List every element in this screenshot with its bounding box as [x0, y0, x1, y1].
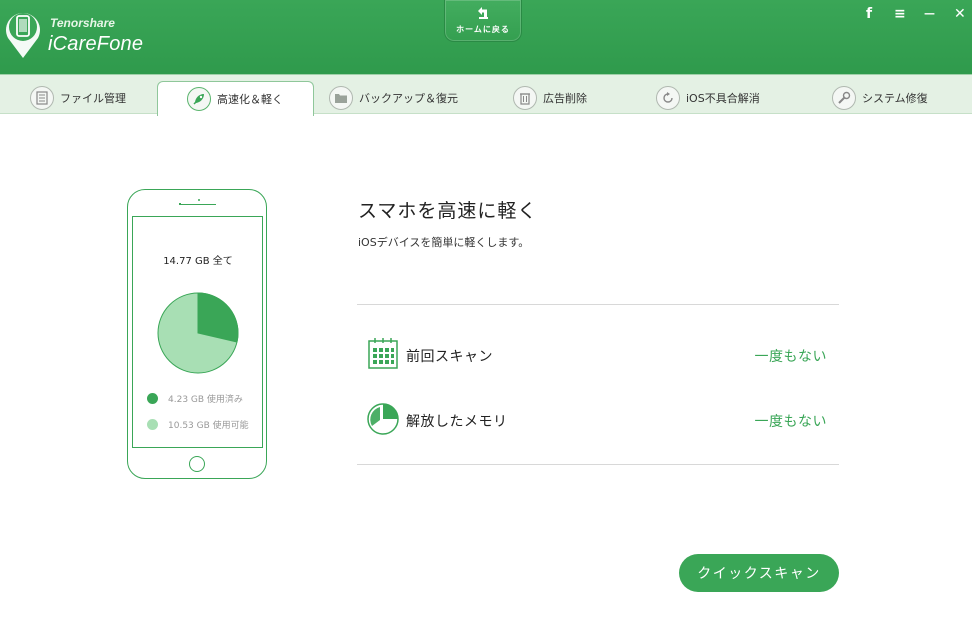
wrench-icon — [832, 86, 856, 110]
main-tab-bar: ファイル管理 高速化＆軽く バックアップ＆復元 広告削除 iOS不具合解消 シス… — [0, 74, 972, 116]
phone-illustration: 14.77 GB 全て 4.23 GB 使用済み 10.53 GB 使用可能 — [127, 189, 267, 479]
phone-home-button — [189, 456, 205, 472]
pie-chart-icon — [367, 403, 399, 435]
facebook-icon[interactable]: f — [866, 6, 872, 22]
tab-system-repair[interactable]: システム修復 — [832, 81, 928, 115]
minimize-icon[interactable]: — — [924, 7, 935, 20]
freed-memory-value: 一度もない — [754, 414, 827, 430]
menu-icon[interactable]: ≡ — [894, 6, 906, 22]
brand-company: Tenorshare — [50, 16, 115, 30]
tab-label: 広告削除 — [543, 92, 587, 105]
file-icon — [30, 86, 54, 110]
app-logo-icon — [5, 13, 40, 59]
tab-ad-removal[interactable]: 広告削除 — [513, 81, 587, 115]
quick-scan-button[interactable]: クイックスキャン — [679, 554, 839, 592]
tab-label: ファイル管理 — [60, 92, 126, 105]
app-header: Tenorshare iCareFone ホームに戻る f ≡ — ✕ — [0, 0, 972, 74]
brand-product: iCareFone — [48, 33, 144, 55]
tab-label: iOS不具合解消 — [686, 92, 760, 105]
used-dot — [147, 393, 158, 404]
back-home-icon — [478, 7, 488, 19]
storage-total: 14.77 GB 全て — [163, 256, 233, 267]
tab-label: 高速化＆軽く — [217, 93, 283, 106]
tab-label: バックアップ＆復元 — [359, 92, 458, 105]
refresh-icon — [656, 86, 680, 110]
calendar-icon — [368, 338, 398, 369]
tab-label: システム修復 — [862, 92, 928, 105]
legend-available: 10.53 GB 使用可能 — [147, 418, 249, 431]
home-button[interactable]: ホームに戻る — [444, 0, 522, 42]
divider-bottom — [357, 464, 839, 465]
divider-top — [357, 304, 839, 305]
tab-speedup[interactable]: 高速化＆軽く — [157, 81, 314, 116]
tab-ios-repair[interactable]: iOS不具合解消 — [656, 81, 760, 115]
page-subtitle: iOSデバイスを簡単に軽くします。 — [358, 236, 530, 249]
available-label: 10.53 GB 使用可能 — [168, 421, 249, 431]
available-dot — [147, 419, 158, 430]
used-label: 4.23 GB 使用済み — [168, 395, 243, 405]
storage-pie-chart — [157, 292, 239, 374]
last-scan-label: 前回スキャン — [406, 349, 493, 365]
legend-used: 4.23 GB 使用済み — [147, 392, 243, 405]
last-scan-value: 一度もない — [754, 349, 827, 365]
tab-backup-restore[interactable]: バックアップ＆復元 — [329, 81, 458, 115]
home-button-label: ホームに戻る — [456, 25, 510, 34]
phone-speaker — [180, 204, 216, 205]
pie-used-slice — [197, 292, 239, 343]
folder-icon — [329, 86, 353, 110]
close-icon[interactable]: ✕ — [954, 6, 966, 22]
tab-file-management[interactable]: ファイル管理 — [30, 81, 126, 115]
page-title: スマホを高速に軽く — [358, 200, 538, 222]
rocket-icon — [187, 87, 211, 111]
phone-camera — [198, 199, 200, 201]
freed-memory-label: 解放したメモリ — [406, 414, 508, 430]
trash-icon — [513, 86, 537, 110]
